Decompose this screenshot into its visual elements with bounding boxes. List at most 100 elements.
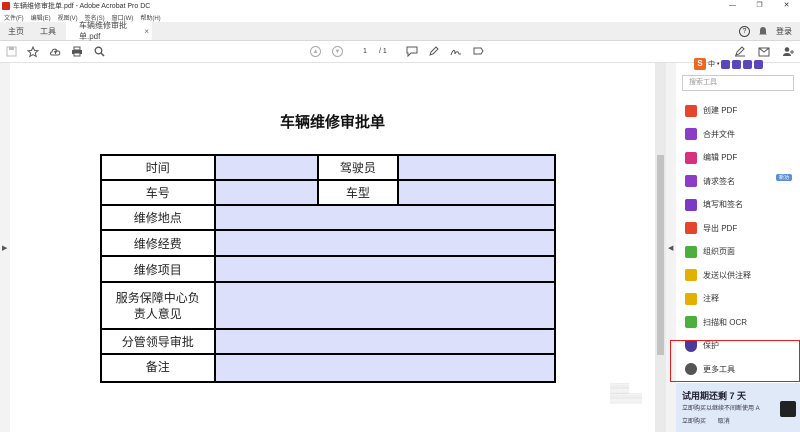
pen-icon[interactable]	[423, 41, 445, 63]
label-leader: 分管领导审批	[100, 328, 216, 355]
ime-keyboard-icon[interactable]	[732, 59, 742, 69]
field-location[interactable]	[213, 204, 557, 231]
new-badge: 新功	[775, 173, 792, 181]
share-user-icon[interactable]	[778, 41, 798, 63]
sign-icon[interactable]	[445, 41, 467, 63]
tool-organize-pages[interactable]: 组织页面	[685, 240, 797, 264]
field-plate[interactable]	[213, 179, 320, 206]
print-icon[interactable]	[66, 41, 88, 63]
tab-document-label: 车辆维修审批单.pdf	[79, 21, 127, 41]
sogou-ime-logo: S	[694, 58, 706, 70]
document-view: 车辆维修审批单 时间 驾驶员 车号 车型 维修地点 维修经费 维修项目 服务保障…	[10, 63, 655, 432]
edit-pdf-icon	[685, 151, 697, 164]
combine-files-icon	[685, 128, 697, 141]
next-page-icon[interactable]: ▼	[332, 46, 343, 57]
label-notes: 备注	[100, 353, 216, 383]
label-model: 车型	[317, 179, 399, 206]
buy-now-link[interactable]: 立即购买	[682, 419, 706, 425]
bell-icon[interactable]	[758, 26, 768, 37]
tool-scan-ocr[interactable]: 扫描和 OCR	[685, 311, 797, 335]
tool-label: 填写和签名	[703, 200, 743, 210]
label-cost: 维修经费	[100, 229, 216, 257]
trial-banner: 试用期还剩 7 天 立即购买以继续不间断使用 A 立即购买 取消	[676, 383, 800, 432]
ime-shirt-icon[interactable]	[743, 59, 753, 69]
document-title: 车辆维修审批单	[279, 113, 385, 131]
menu-view[interactable]: 视图(V)	[58, 13, 78, 22]
tool-label: 创建 PDF	[703, 106, 738, 116]
label-plate: 车号	[100, 179, 216, 206]
stamp-icon[interactable]	[467, 41, 489, 63]
field-cost[interactable]	[213, 229, 557, 257]
organize-pages-icon	[685, 245, 697, 258]
comment-icon[interactable]	[401, 41, 423, 63]
field-driver[interactable]	[396, 154, 557, 181]
watermark: ▒▒▒ ▒▒▒▒▒	[610, 383, 642, 403]
field-time[interactable]	[213, 154, 320, 181]
expand-left-icon[interactable]: ▶	[2, 244, 7, 252]
save-icon[interactable]	[0, 41, 22, 63]
tool-label: 组织页面	[703, 247, 735, 257]
trial-body: 立即购买以继续不间断使用 A	[682, 406, 760, 412]
close-tab-icon[interactable]: ×	[144, 27, 149, 36]
toolbar: ▲ ▼ 1 / 1	[0, 41, 800, 63]
vertical-scrollbar[interactable]	[655, 63, 666, 432]
send-comments-icon	[685, 269, 697, 282]
tool-send-for-comments[interactable]: 发送以供注释	[685, 264, 797, 288]
help-icon[interactable]: ?	[739, 25, 750, 37]
trial-headline: 试用期还剩 7 天	[682, 391, 747, 401]
collapse-right-icon[interactable]: ◀	[668, 244, 673, 252]
ime-mic-icon[interactable]	[721, 59, 731, 69]
search-tools-input[interactable]: 搜索工具	[682, 75, 794, 91]
search-icon[interactable]	[88, 41, 110, 63]
tab-home[interactable]: 主页	[0, 22, 32, 40]
tool-fill-sign[interactable]: 填写和签名	[685, 193, 797, 217]
menu-edit[interactable]: 编辑(E)	[31, 13, 51, 22]
cancel-link[interactable]: 取消	[718, 419, 730, 425]
menu-file[interactable]: 文件(F)	[4, 13, 24, 22]
tool-edit-pdf[interactable]: 编辑 PDF	[685, 146, 797, 170]
prev-page-icon[interactable]: ▲	[310, 46, 321, 57]
field-model[interactable]	[396, 179, 557, 206]
highlight-box	[670, 340, 800, 382]
acrobat-logo-icon	[2, 2, 10, 10]
tool-combine-files[interactable]: 合并文件	[685, 123, 797, 147]
left-panel-toggle[interactable]: ▶	[0, 63, 10, 432]
ime-grid-icon[interactable]	[754, 59, 764, 69]
tab-bar: 主页 工具 车辆维修审批单.pdf × ? 登录	[0, 21, 800, 41]
tool-request-signature[interactable]: 请求签名 新功	[685, 170, 797, 194]
sign-in-link[interactable]: 登录	[776, 26, 792, 37]
close-window-button[interactable]: ✕	[773, 0, 800, 12]
star-icon[interactable]	[22, 41, 44, 63]
tool-label: 请求签名	[703, 176, 735, 186]
tool-create-pdf[interactable]: 创建 PDF	[685, 99, 797, 123]
field-items[interactable]	[213, 255, 557, 283]
tool-label: 注释	[703, 294, 719, 304]
tools-list: 创建 PDF 合并文件 编辑 PDF 请求签名 新功 填写和签名 导出 PDF …	[685, 99, 797, 381]
tool-comment[interactable]: 注释	[685, 287, 797, 311]
tab-document[interactable]: 车辆维修审批单.pdf ×	[66, 21, 152, 41]
label-location: 维修地点	[100, 204, 216, 231]
window-title: 车辆维修审批单.pdf - Adobe Acrobat Pro DC	[13, 3, 151, 10]
approval-form-table: 时间 驾驶员 车号 车型 维修地点 维修经费 维修项目 服务保障中心负责人意见	[100, 154, 557, 383]
field-leader[interactable]	[213, 328, 557, 355]
fill-sign-icon	[685, 198, 697, 211]
page-number-input[interactable]: 1	[354, 45, 376, 58]
maximize-button[interactable]: ❐	[746, 0, 773, 12]
page-navigator: ▲ ▼ 1 / 1	[310, 45, 387, 58]
ime-toolbar: S 中 •	[694, 57, 764, 71]
minimize-button[interactable]: —	[719, 0, 746, 12]
upload-cloud-icon[interactable]	[44, 41, 66, 63]
title-bar: 车辆维修审批单.pdf - Adobe Acrobat Pro DC — ❐ ✕	[0, 0, 800, 12]
field-notes[interactable]	[213, 353, 557, 383]
tool-label: 扫描和 OCR	[703, 317, 747, 327]
comment-tool-icon	[685, 292, 697, 305]
scan-ocr-icon	[685, 316, 697, 329]
scrollbar-thumb[interactable]	[657, 155, 664, 355]
label-items: 维修项目	[100, 255, 216, 283]
page-total: / 1	[379, 48, 387, 55]
ime-mode[interactable]: 中 •	[708, 59, 719, 69]
tab-tools[interactable]: 工具	[32, 22, 64, 40]
export-pdf-icon	[685, 222, 697, 235]
field-opinion[interactable]	[213, 281, 557, 330]
tool-export-pdf[interactable]: 导出 PDF	[685, 217, 797, 241]
